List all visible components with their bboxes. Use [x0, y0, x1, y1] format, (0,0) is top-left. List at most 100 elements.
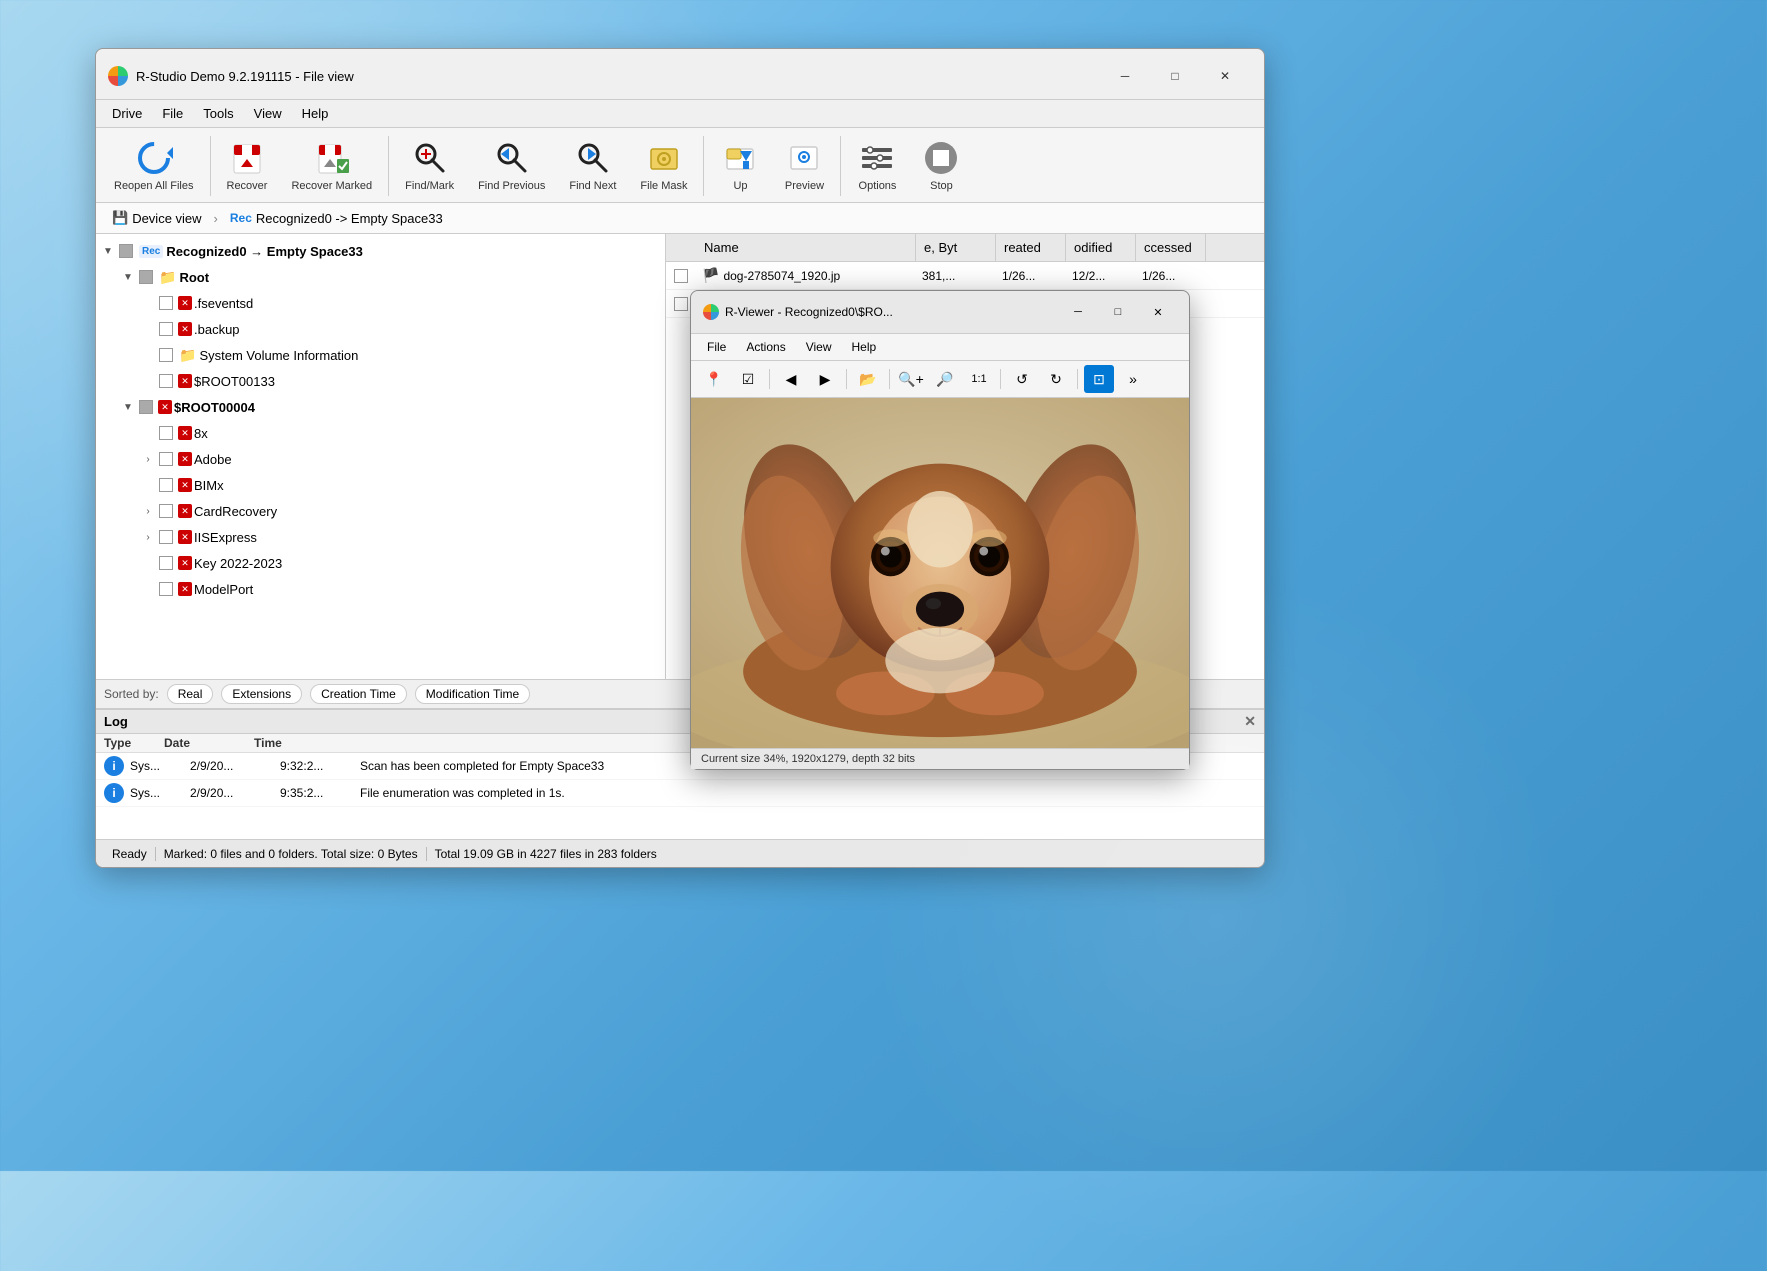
minimize-button[interactable]: ─	[1102, 61, 1148, 91]
viewer-menu-actions[interactable]: Actions	[738, 337, 793, 357]
tree-item-fseventsd[interactable]: ✕ .fseventsd	[96, 290, 665, 316]
tree-checkbox-modelport[interactable]	[159, 582, 173, 596]
viewer-tool-check[interactable]: ☑	[733, 365, 763, 393]
tree-checkbox-root00133[interactable]	[159, 374, 173, 388]
file-check-dog[interactable]	[666, 269, 696, 283]
sort-by-label: Sorted by:	[104, 687, 159, 701]
tree-checkbox-recognized0[interactable]	[119, 244, 133, 258]
tree-expand-iisexpress[interactable]: ›	[140, 529, 156, 545]
find-next-button[interactable]: Find Next	[559, 134, 626, 196]
viewer-tool-open[interactable]: 📂	[853, 365, 883, 393]
options-button[interactable]: Options	[847, 134, 907, 196]
viewer-tool-rotate-ccw[interactable]: ↺	[1007, 365, 1037, 393]
menu-help[interactable]: Help	[294, 102, 337, 125]
up-button[interactable]: Up	[710, 134, 770, 196]
tree-checkbox-root[interactable]	[139, 270, 153, 284]
viewer-menu-file[interactable]: File	[699, 337, 734, 357]
viewer-tool-location[interactable]: 📍	[699, 365, 729, 393]
tree-item-key2022[interactable]: ✕ Key 2022-2023	[96, 550, 665, 576]
viewer-menu-help[interactable]: Help	[844, 337, 885, 357]
tree-item-sysvolinfo[interactable]: 📁 System Volume Information	[96, 342, 665, 368]
rec-badge: Rec	[139, 245, 163, 258]
tree-checkbox-fseventsd[interactable]	[159, 296, 173, 310]
viewer-tool-zoom-in[interactable]: 🔍+	[896, 365, 926, 393]
file-checkbox-elephant[interactable]	[674, 297, 688, 311]
tree-checkbox-8x[interactable]	[159, 426, 173, 440]
file-row-dog[interactable]: 🏴 dog-2785074_1920.jp 381,... 1/26... 12…	[666, 262, 1264, 290]
tree-item-backup[interactable]: ✕ .backup	[96, 316, 665, 342]
log-type-2: Sys...	[124, 786, 184, 800]
tree-expand-adobe[interactable]: ›	[140, 451, 156, 467]
tree-label-bimx: BIMx	[194, 478, 224, 493]
tree-checkbox-root00004[interactable]	[139, 400, 153, 414]
preview-button[interactable]: Preview	[774, 134, 834, 196]
tree-item-modelport[interactable]: ✕ ModelPort	[96, 576, 665, 602]
tree-checkbox-adobe[interactable]	[159, 452, 173, 466]
tree-expand-root00004[interactable]: ▼	[120, 399, 136, 415]
viewer-close-button[interactable]: ✕	[1139, 299, 1177, 325]
sort-chip-creation-time[interactable]: Creation Time	[310, 684, 407, 704]
breadcrumb-device-view[interactable]: 💾 Device view	[104, 207, 210, 229]
file-mask-button[interactable]: File Mask	[630, 134, 697, 196]
viewer-minimize-button[interactable]: ─	[1059, 299, 1097, 325]
viewer-tool-more[interactable]: »	[1118, 365, 1148, 393]
col-header-name[interactable]: Name	[696, 234, 916, 261]
viewer-menu-view[interactable]: View	[798, 337, 840, 357]
tree-item-root00133[interactable]: ✕ $ROOT00133	[96, 368, 665, 394]
tree-expand-root[interactable]: ▼	[120, 269, 136, 285]
tree-item-root[interactable]: ▼ 📁 Root	[96, 264, 665, 290]
tree-expand-recognized0[interactable]: ▼	[100, 243, 116, 259]
toolbar: Reopen All Files Recover	[96, 128, 1264, 203]
log-close-icon[interactable]: ✕	[1244, 713, 1256, 730]
tree-checkbox-sysvolinfo[interactable]	[159, 348, 173, 362]
menu-file[interactable]: File	[154, 102, 191, 125]
tree-checkbox-bimx[interactable]	[159, 478, 173, 492]
viewer-tool-next[interactable]: ▶	[810, 365, 840, 393]
tree-checkbox-key2022[interactable]	[159, 556, 173, 570]
col-header-modified[interactable]: odified	[1066, 234, 1136, 261]
find-mark-button[interactable]: Find/Mark	[395, 134, 464, 196]
close-button[interactable]: ✕	[1202, 61, 1248, 91]
viewer-tool-fit[interactable]: ⊡	[1084, 365, 1114, 393]
sort-chip-real[interactable]: Real	[167, 684, 214, 704]
menu-tools[interactable]: Tools	[195, 102, 241, 125]
find-previous-button[interactable]: Find Previous	[468, 134, 555, 196]
tree-item-iisexpress[interactable]: › ✕ IISExpress	[96, 524, 665, 550]
tree-checkbox-backup[interactable]	[159, 322, 173, 336]
breadcrumb-path[interactable]: Rec Recognized0 -> Empty Space33	[222, 208, 451, 229]
stop-button[interactable]: Stop	[911, 134, 971, 196]
viewer-toolbar-sep-1	[769, 369, 770, 389]
sort-chip-modification-time[interactable]: Modification Time	[415, 684, 530, 704]
stop-icon	[921, 138, 961, 178]
viewer-tool-rotate-cw[interactable]: ↻	[1041, 365, 1071, 393]
viewer-maximize-button[interactable]: □	[1099, 299, 1137, 325]
tree-checkbox-iisexpress[interactable]	[159, 530, 173, 544]
col-header-created[interactable]: reated	[996, 234, 1066, 261]
tree-item-cardrecovery[interactable]: › ✕ CardRecovery	[96, 498, 665, 524]
reopen-all-files-label: Reopen All Files	[114, 180, 194, 192]
reopen-all-files-button[interactable]: Reopen All Files	[104, 134, 204, 196]
find-previous-icon	[492, 138, 532, 178]
col-header-accessed[interactable]: ccessed	[1136, 234, 1206, 261]
viewer-tool-reset-zoom[interactable]: 1:1	[964, 365, 994, 393]
viewer-tool-prev[interactable]: ◀	[776, 365, 806, 393]
tree-checkbox-cardrecovery[interactable]	[159, 504, 173, 518]
tree-item-bimx[interactable]: ✕ BIMx	[96, 472, 665, 498]
viewer-tool-zoom-out[interactable]: 🔎	[930, 365, 960, 393]
menu-view[interactable]: View	[246, 102, 290, 125]
tree-item-8x[interactable]: ✕ 8x	[96, 420, 665, 446]
tree-expand-cardrecovery[interactable]: ›	[140, 503, 156, 519]
file-flag-icon-dog: 🏴	[702, 267, 719, 284]
tree-item-recognized0[interactable]: ▼ Rec Recognized0 → Empty Space33	[96, 238, 665, 264]
bad-file-marker-backup: ✕	[178, 322, 192, 336]
menu-drive[interactable]: Drive	[104, 102, 150, 125]
tree-item-root00004[interactable]: ▼ ✕ $ROOT00004	[96, 394, 665, 420]
maximize-button[interactable]: □	[1152, 61, 1198, 91]
sort-chip-extensions[interactable]: Extensions	[221, 684, 302, 704]
file-checkbox-dog[interactable]	[674, 269, 688, 283]
tree-item-adobe[interactable]: › ✕ Adobe	[96, 446, 665, 472]
recover-button[interactable]: Recover	[217, 134, 278, 196]
col-header-size[interactable]: e, Byt	[916, 234, 996, 261]
menu-bar: Drive File Tools View Help	[96, 100, 1264, 128]
recover-marked-button[interactable]: Recover Marked	[281, 134, 382, 196]
